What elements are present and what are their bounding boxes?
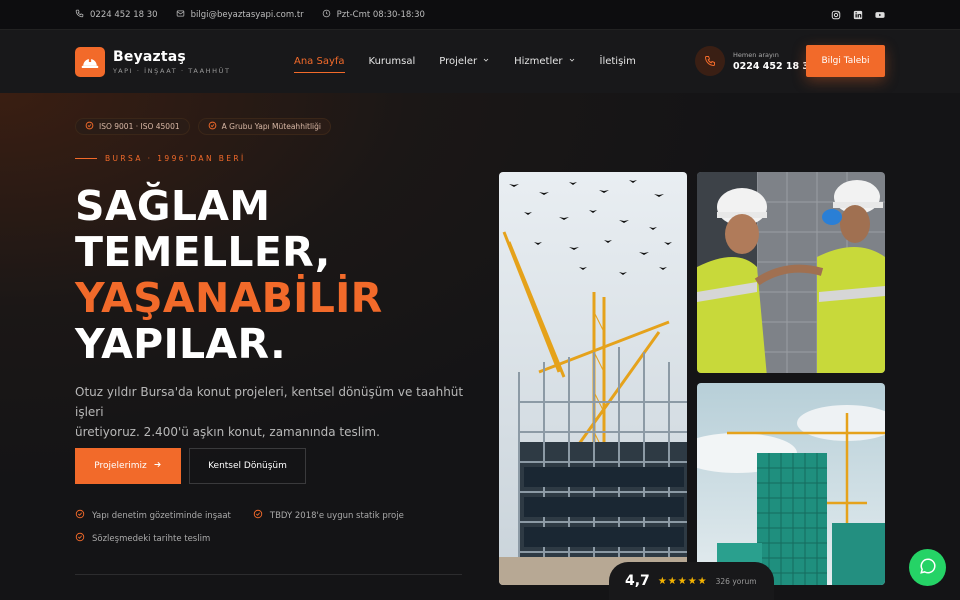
mail-icon [176, 9, 185, 21]
nav-contact[interactable]: İletişim [600, 56, 636, 67]
call-label: Hemen arayın [733, 50, 779, 59]
whatsapp-button[interactable] [909, 549, 946, 586]
phone-icon [695, 46, 725, 76]
hero-section: ISO 9001 · ISO 45001 A Grubu Yapı Müteah… [0, 93, 960, 600]
topbar-hours-text: Pzt-Cmt 08:30-18:30 [336, 9, 425, 20]
urban-renewal-button[interactable]: Kentsel Dönüşüm [189, 448, 306, 484]
check-item-text: TBDY 2018'e uygun statik proje [269, 510, 404, 521]
nav-about-label: Kurumsal [368, 56, 416, 67]
phone-icon [75, 9, 84, 21]
topbar-email[interactable]: bilgi@beyaztasyapi.com.tr [176, 9, 304, 21]
hero-eyebrow: BURSA · 1996'DAN BERİ [75, 154, 246, 163]
nav-home[interactable]: Ana Sayfa [294, 56, 345, 73]
chevron-down-icon [482, 56, 490, 67]
check-circle-icon [253, 509, 263, 522]
rating-widget[interactable]: 4,7 ★★★★★ 326 yorum [609, 562, 774, 600]
hero-checklist: Yapı denetim gözetiminde inşaat TBDY 201… [75, 509, 404, 555]
hero-title-line: SAĞLAM [75, 182, 271, 230]
nav-services-label: Hizmetler [514, 56, 563, 67]
badge-contractor: A Grubu Yapı Müteahhitliği [197, 118, 331, 135]
construction-crane-image [499, 172, 687, 585]
instagram-icon[interactable] [831, 10, 841, 20]
top-info-bar: 0224 452 18 30 bilgi@beyaztasyapi.com.tr… [0, 0, 960, 30]
primary-menu: Ana Sayfa Kurumsal Projeler Hizmetler İl… [294, 30, 636, 93]
info-request-button[interactable]: Bilgi Talebi [806, 45, 885, 77]
cert-badges: ISO 9001 · ISO 45001 A Grubu Yapı Müteah… [75, 118, 331, 135]
topbar-phone-text: 0224 452 18 30 [90, 9, 158, 20]
topbar-email-text: bilgi@beyaztasyapi.com.tr [190, 9, 304, 20]
nav-about[interactable]: Kurumsal [369, 56, 416, 67]
topbar-hours: Pzt-Cmt 08:30-18:30 [322, 9, 425, 21]
brand-logo[interactable]: Beyaztaş YAPI · İNŞAAT · TAAHHÜT [75, 46, 231, 77]
check-circle-icon [75, 509, 85, 522]
rating-value: 4,7 [625, 573, 650, 589]
construction-workers-image [697, 172, 885, 373]
check-item: Yapı denetim gözetiminde inşaat [75, 509, 231, 522]
hero-title-line: YAPILAR. [75, 320, 286, 368]
hard-hat-icon [75, 46, 105, 77]
check-item: TBDY 2018'e uygun statik proje [253, 509, 404, 522]
check-circle-icon [85, 121, 94, 132]
main-navbar: Beyaztaş YAPI · İNŞAAT · TAAHHÜT Ana Say… [0, 30, 960, 93]
brand-tagline: YAPI · İNŞAAT · TAAHHÜT [113, 66, 231, 75]
social-links [831, 10, 885, 20]
nav-projects-label: Projeler [439, 56, 478, 67]
hero-title-line-accent: YAŞANABİLİR [75, 274, 383, 322]
projects-button-label: Projelerimiz [94, 461, 147, 471]
check-item-text: Sözleşmedeki tarihte teslim [92, 533, 211, 544]
projects-button[interactable]: Projelerimiz [75, 448, 181, 484]
check-item-text: Yapı denetim gözetiminde inşaat [92, 510, 231, 521]
nav-home-label: Ana Sayfa [294, 56, 345, 67]
badge-iso-text: ISO 9001 · ISO 45001 [99, 122, 180, 131]
call-box[interactable]: Hemen arayın 0224 452 18 30 [695, 46, 816, 76]
hero-description-line: üretiyoruz. 2.400'ü aşkın konut, zamanın… [75, 425, 380, 439]
call-number: 0224 452 18 30 [733, 60, 816, 72]
brand-name: Beyaztaş [113, 48, 186, 65]
nav-services[interactable]: Hizmetler [514, 56, 575, 67]
check-item: Sözleşmedeki tarihte teslim [75, 532, 210, 545]
chevron-down-icon [568, 56, 576, 67]
eyebrow-text: BURSA · 1996'DAN BERİ [105, 154, 246, 163]
rating-count: 326 yorum [715, 576, 757, 586]
clock-icon [322, 9, 331, 21]
hero-title: SAĞLAM TEMELLER, YAŞANABİLİR YAPILAR. [75, 183, 383, 367]
chat-bubble-icon [919, 557, 937, 579]
arrow-right-icon [153, 460, 162, 472]
check-circle-icon [208, 121, 217, 132]
badge-iso: ISO 9001 · ISO 45001 [75, 118, 190, 135]
hero-description-line: Otuz yıldır Bursa'da konut projeleri, ke… [75, 385, 464, 419]
badge-contractor-text: A Grubu Yapı Müteahhitliği [221, 122, 321, 131]
topbar-phone[interactable]: 0224 452 18 30 [75, 9, 158, 21]
eyebrow-line [75, 158, 97, 159]
hero-description: Otuz yıldır Bursa'da konut projeleri, ke… [75, 382, 465, 442]
youtube-icon[interactable] [875, 10, 885, 20]
nav-contact-label: İletişim [599, 56, 636, 67]
hero-divider [75, 574, 462, 575]
linkedin-icon[interactable] [853, 10, 863, 20]
nav-projects[interactable]: Projeler [439, 56, 490, 67]
building-tower-image [697, 383, 885, 585]
check-circle-icon [75, 532, 85, 545]
star-icon: ★★★★★ [657, 575, 708, 587]
hero-title-line: TEMELLER, [75, 228, 331, 276]
